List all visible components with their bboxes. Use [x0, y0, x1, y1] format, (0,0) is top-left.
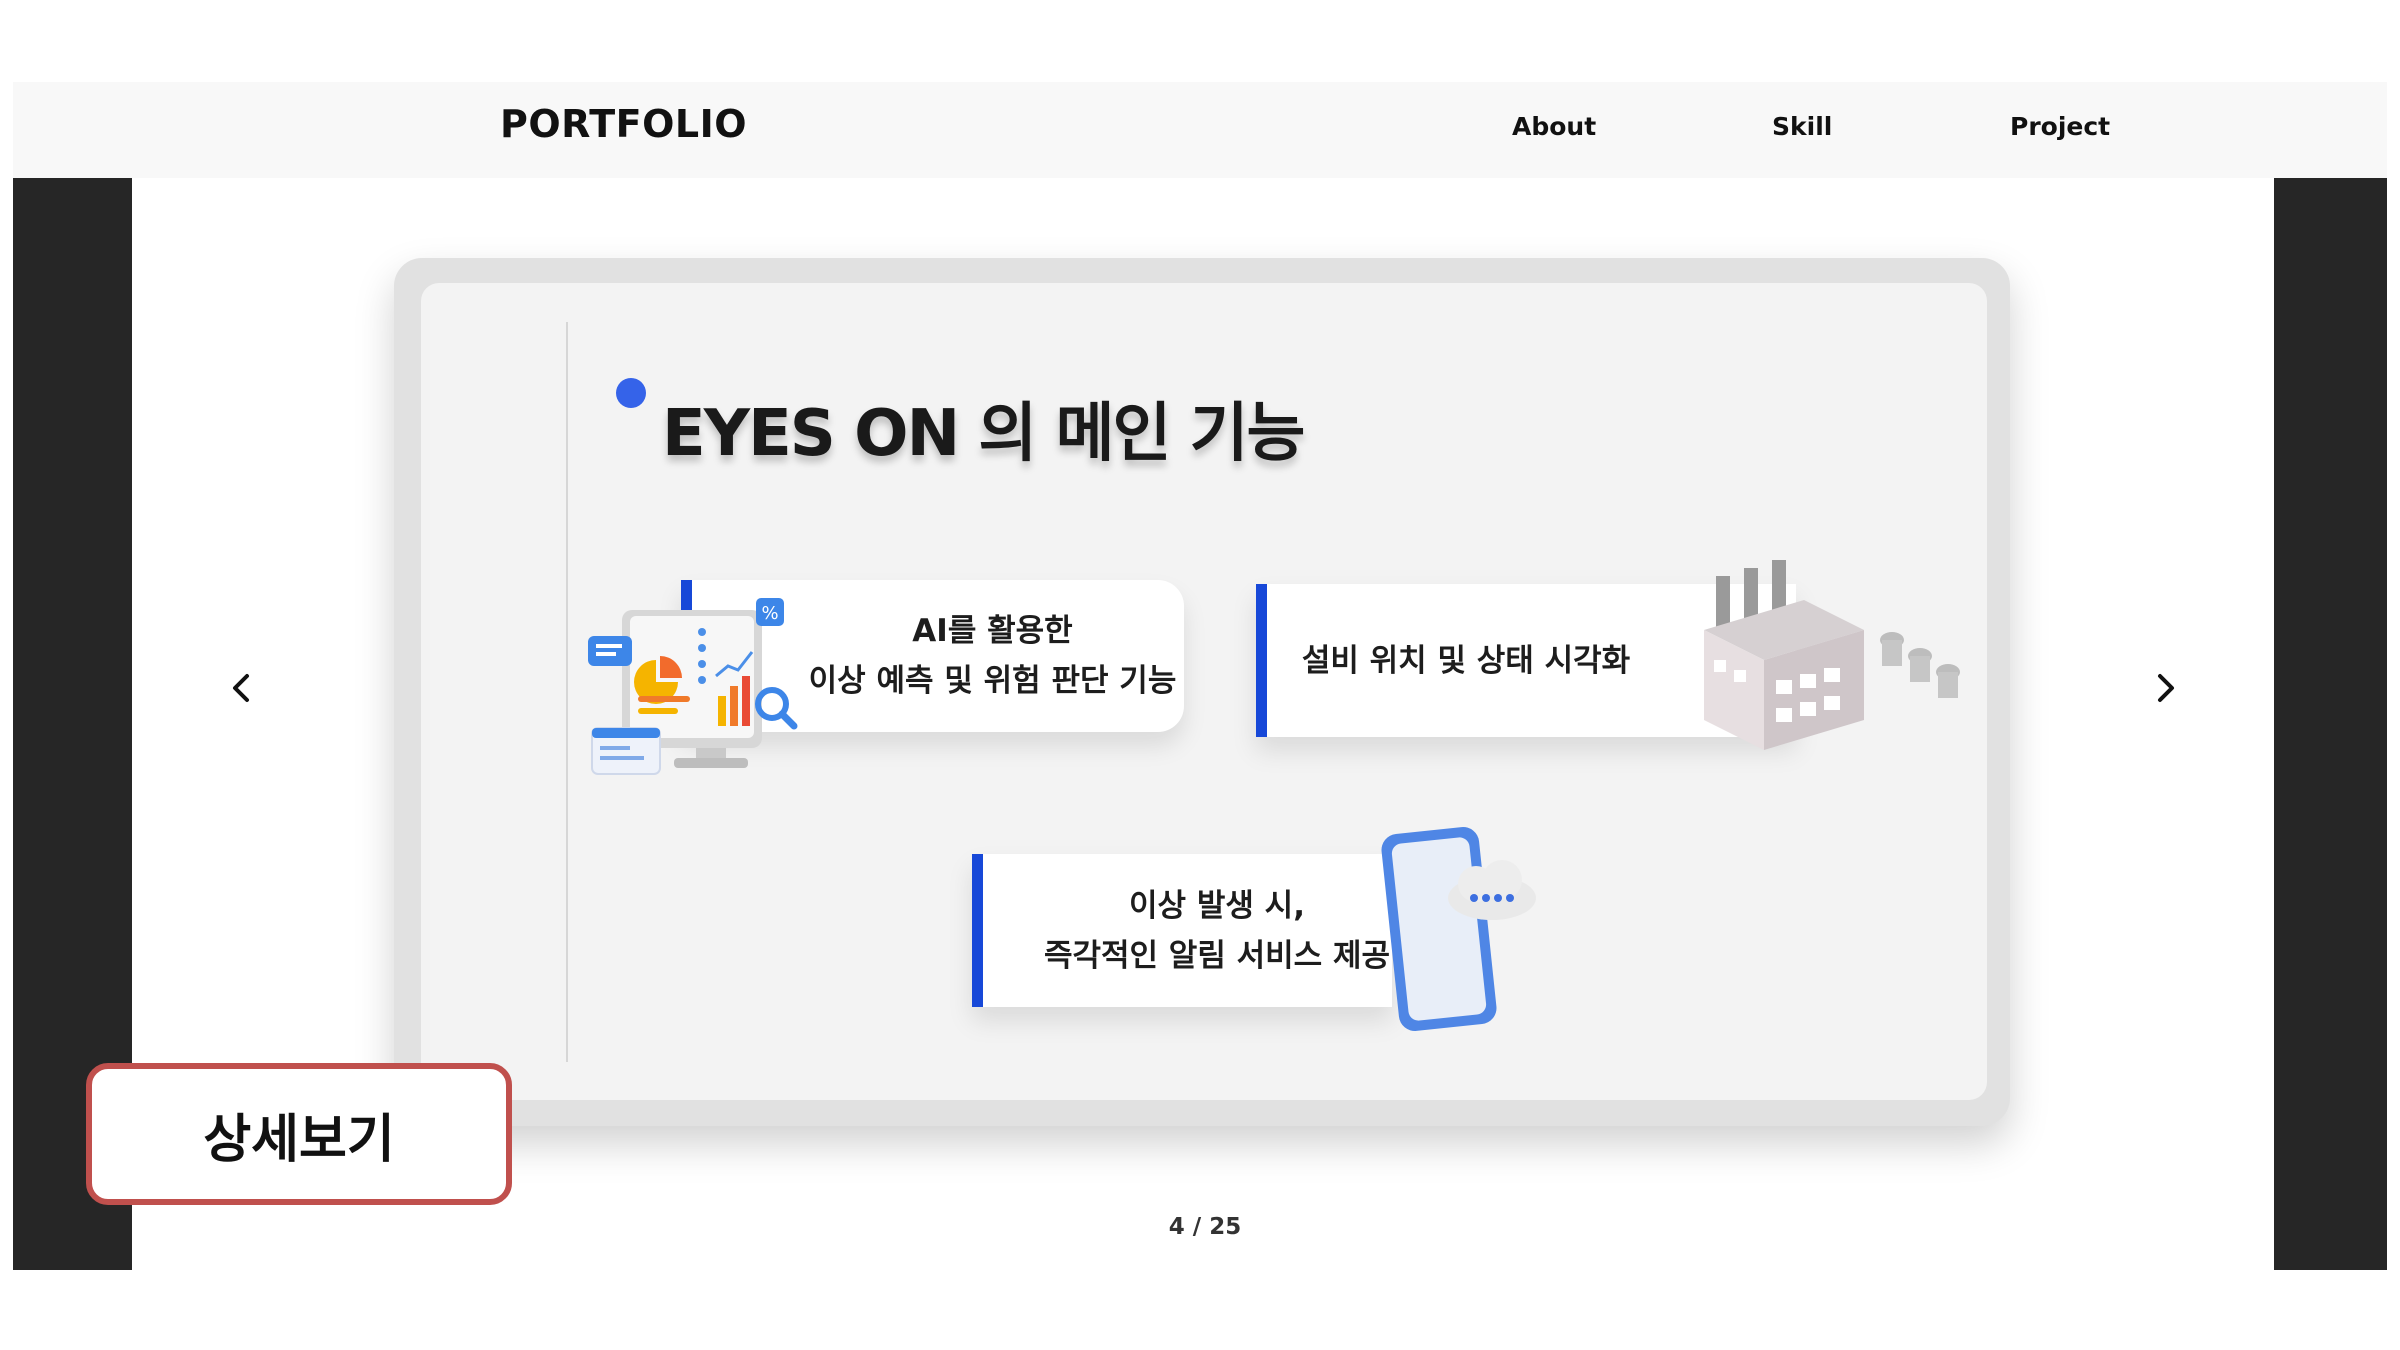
slide-divider-line	[566, 322, 568, 1062]
analytics-dashboard-icon: %	[588, 598, 798, 775]
phone-notification-icon	[1381, 827, 1536, 1031]
svg-text:%: %	[761, 603, 778, 624]
factory-icon	[1704, 560, 1960, 750]
right-side-panel	[2274, 178, 2387, 1270]
nav-link-about[interactable]: About	[1512, 112, 1596, 141]
feature-alert-line2: 즉각적인 알림 서비스 제공	[1043, 937, 1391, 974]
title-bullet-dot	[616, 378, 646, 408]
slide-counter: 4 / 25	[1168, 1214, 1242, 1240]
nav-link-skill[interactable]: Skill	[1772, 112, 1832, 141]
card-accent-bar	[1256, 584, 1267, 737]
nav-link-project[interactable]: Project	[2010, 112, 2110, 141]
card-accent-bar	[972, 854, 983, 1007]
detail-view-button[interactable]: 상세보기	[86, 1063, 512, 1205]
top-navbar: PORTFOLIO About Skill Project	[13, 82, 2387, 178]
site-logo[interactable]: PORTFOLIO	[500, 102, 747, 146]
feature-card-alert: 이상 발생 시, 즉각적인 알림 서비스 제공	[972, 854, 1392, 1007]
feature-alert-line1: 이상 발생 시,	[1129, 887, 1305, 924]
feature-ai-line2: 이상 예측 및 위험 판단 기능	[808, 663, 1177, 699]
chevron-left-icon[interactable]	[221, 668, 261, 708]
feature-facility-line1: 설비 위치 및 상태 시각화	[1301, 642, 1631, 679]
chevron-right-icon[interactable]	[2146, 668, 2186, 708]
feature-ai-line1: AI를 활용한	[912, 613, 1073, 649]
slide-title: EYES ON 의 메인 기능	[662, 397, 1305, 471]
